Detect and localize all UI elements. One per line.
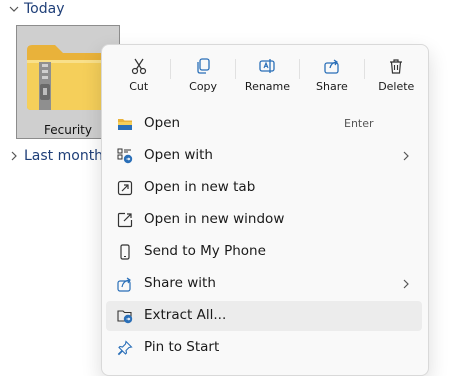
group-header-last-month[interactable]: Last month xyxy=(8,148,103,164)
menu-item-label: Open with xyxy=(144,147,213,163)
phone-icon xyxy=(120,244,130,260)
chevron-right-icon xyxy=(403,151,409,161)
menu-item-label: Open in new tab xyxy=(144,179,256,195)
menu-item-label: Extract All... xyxy=(144,307,227,323)
share-label: Share xyxy=(316,80,348,93)
chevron-right-icon xyxy=(403,279,409,289)
menu-item-open-with[interactable]: Open with xyxy=(106,141,422,171)
context-menu-toolbar: Cut Copy Rename Share Delete xyxy=(102,45,428,103)
new-window-icon xyxy=(117,212,133,228)
share-with-icon xyxy=(117,277,131,292)
menu-item-pin-to-start[interactable]: Pin to Start xyxy=(106,333,422,363)
rename-label: Rename xyxy=(244,80,291,93)
new-tab-icon xyxy=(117,180,133,196)
shortcut-hint: Enter xyxy=(344,117,374,130)
menu-item-open-in-new-window[interactable]: Open in new window xyxy=(106,205,422,235)
delete-button[interactable]: Delete xyxy=(365,45,428,103)
extract-icon xyxy=(117,310,133,324)
folder-icon xyxy=(118,119,132,130)
menu-item-share-with[interactable]: Share with xyxy=(106,269,422,299)
menu-item-label: Share with xyxy=(144,275,216,291)
open-with-icon xyxy=(117,148,133,164)
chevron-down-icon xyxy=(8,3,20,15)
context-menu: Cut Copy Rename Share Delete Open Enter … xyxy=(101,44,429,376)
chevron-right-icon xyxy=(8,150,20,162)
menu-item-extract-all[interactable]: Extract All... xyxy=(106,301,422,331)
cut-button[interactable]: Cut xyxy=(107,45,170,103)
group-label-today: Today xyxy=(24,1,65,17)
group-label-last-month: Last month xyxy=(24,148,104,164)
rename-button[interactable]: Rename xyxy=(236,45,299,103)
scissors-icon xyxy=(131,58,146,75)
menu-item-label: Send to My Phone xyxy=(144,243,266,259)
trash-icon xyxy=(390,59,403,74)
copy-label: Copy xyxy=(189,80,218,93)
pin-icon xyxy=(117,340,133,356)
menu-item-open-in-new-tab[interactable]: Open in new tab xyxy=(106,173,422,203)
menu-item-label: Pin to Start xyxy=(144,339,220,355)
rename-icon xyxy=(259,59,276,73)
group-header-today[interactable]: Today xyxy=(8,1,65,17)
cut-label: Cut xyxy=(129,80,149,93)
share-icon xyxy=(324,59,339,74)
share-button[interactable]: Share xyxy=(300,45,363,103)
menu-item-send-to-my-phone[interactable]: Send to My Phone xyxy=(106,237,422,267)
delete-label: Delete xyxy=(378,80,415,93)
menu-item-open[interactable]: Open Enter xyxy=(106,109,422,139)
copy-icon xyxy=(197,58,210,74)
copy-button[interactable]: Copy xyxy=(171,45,234,103)
menu-item-label: Open xyxy=(144,115,181,131)
menu-item-label: Open in new window xyxy=(144,211,285,227)
